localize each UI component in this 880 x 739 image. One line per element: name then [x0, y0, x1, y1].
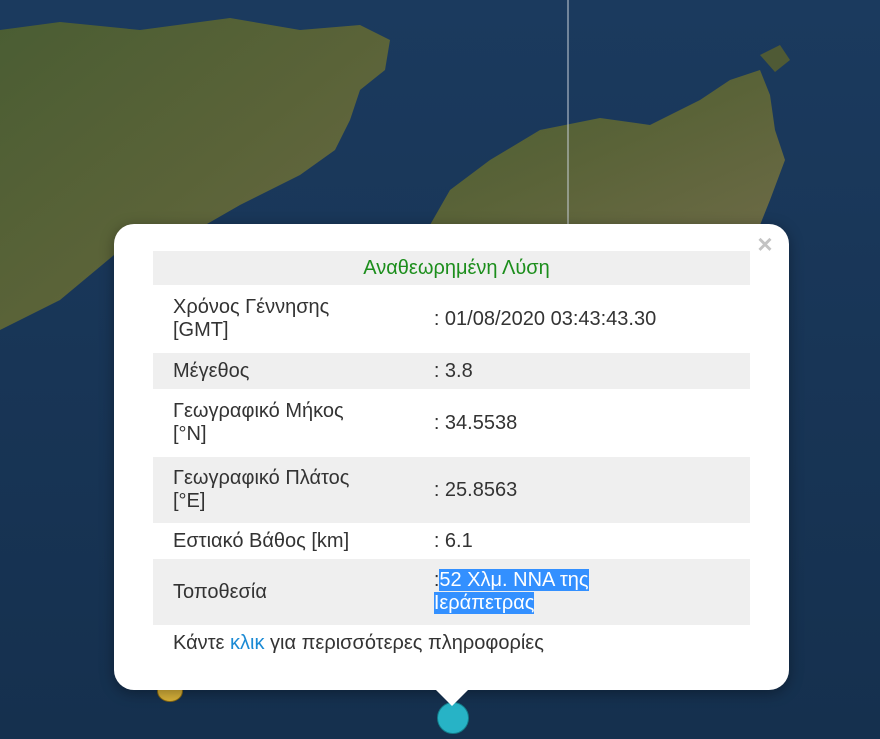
depth-value: : 6.1 — [433, 529, 473, 552]
table-row: Αναθεωρημένη Λύση — [153, 251, 750, 285]
more-info-text: Κάντε κλικ για περισσότερες πληροφορίες — [173, 632, 544, 655]
latitude-label: Γεωγραφικό Πλάτος [°E] — [153, 457, 434, 523]
label-line: [GMT] — [173, 319, 229, 341]
depth-label: Εστιακό Βάθος [km] — [173, 529, 350, 552]
label-line: Γεωγραφικό Μήκος — [173, 400, 344, 422]
earthquake-popup: × Αναθεωρημένη Λύση Χρόνος Γέννησης [GMT… — [114, 224, 789, 690]
location-label: Τοποθεσία — [173, 580, 267, 603]
earthquake-info-table: Αναθεωρημένη Λύση Χρόνος Γέννησης [GMT] … — [153, 251, 750, 625]
table-row: Εστιακό Βάθος [km] : 6.1 — [153, 523, 750, 559]
label-line: Χρόνος Γέννησης — [173, 296, 330, 318]
earthquake-marker-selected[interactable] — [437, 702, 469, 734]
label-line: Γεωγραφικό Πλάτος — [173, 467, 350, 489]
table-row: Γεωγραφικό Πλάτος [°E] : 25.8563 — [153, 457, 750, 523]
latitude-value: : 25.8563 — [433, 478, 518, 501]
location-value[interactable]: :52 Χλμ. ΝΝΑ της Ιεράπετρας — [433, 559, 750, 625]
longitude-value: : 34.5538 — [433, 411, 518, 434]
table-row: Γεωγραφικό Μήκος [°N] : 34.5538 — [153, 389, 750, 457]
table-row: Μέγεθος : 3.8 — [153, 353, 750, 389]
location-line: Ιεράπετρας — [433, 592, 740, 615]
table-row: Χρόνος Γέννησης [GMT] : 01/08/2020 03:43… — [153, 285, 750, 353]
selected-text[interactable]: Ιεράπετρας — [433, 592, 535, 614]
popup-header: Αναθεωρημένη Λύση — [363, 256, 550, 279]
footer-text: Κάντε — [173, 632, 231, 654]
label-line: [°N] — [173, 423, 207, 445]
origin-time-label: Χρόνος Γέννησης [GMT] — [153, 285, 434, 353]
popup-tip — [434, 688, 470, 706]
footer-text: για περισσότερες πληροφορίες — [264, 632, 544, 654]
magnitude-value: : 3.8 — [433, 359, 473, 382]
label-line: [°E] — [173, 490, 206, 512]
magnitude-label: Μέγεθος — [173, 359, 250, 382]
longitude-label: Γεωγραφικό Μήκος [°N] — [153, 389, 434, 457]
location-line: :52 Χλμ. ΝΝΑ της — [434, 569, 740, 592]
selected-text[interactable]: 52 Χλμ. ΝΝΑ της — [439, 569, 589, 591]
more-info-link[interactable]: κλικ — [230, 632, 264, 654]
table-row: Τοποθεσία :52 Χλμ. ΝΝΑ της Ιεράπετρας — [153, 559, 750, 625]
origin-time-value: : 01/08/2020 03:43:43.30 — [433, 307, 657, 330]
close-icon[interactable]: × — [753, 231, 777, 257]
